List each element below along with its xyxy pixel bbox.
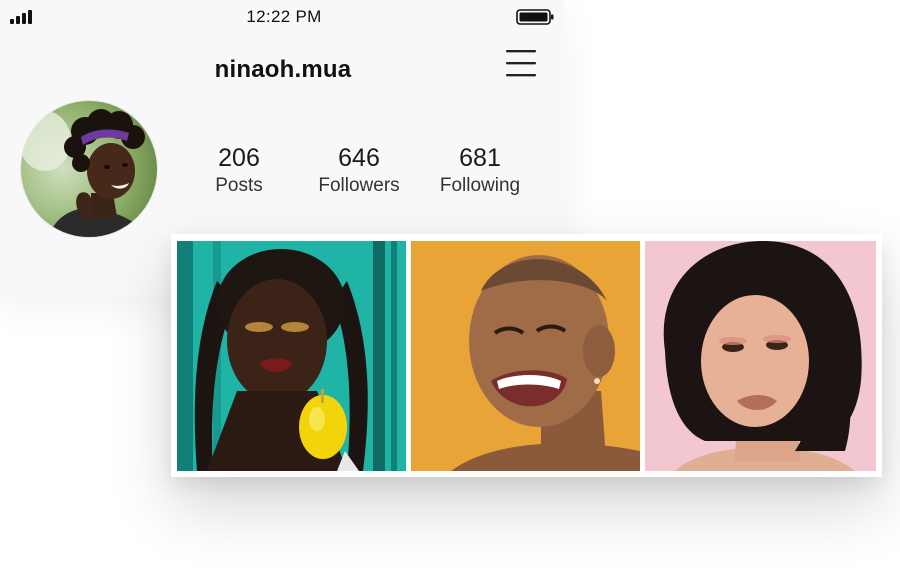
status-time: 12:22 PM	[246, 7, 322, 26]
photo-woman-pink-bob-hair[interactable]	[645, 241, 876, 471]
profile-username: ninaoh.mua	[214, 56, 352, 83]
battery-icon	[516, 9, 554, 25]
photo-grid	[171, 234, 882, 477]
stat-posts-value: 206	[218, 144, 260, 172]
photo-woman-orange-laughing[interactable]	[411, 241, 640, 471]
stat-followers-label: Followers	[318, 175, 400, 196]
status-bar: 12:22 PM	[0, 0, 564, 34]
stat-followers-value: 646	[338, 144, 380, 172]
stat-following-value: 681	[459, 144, 501, 172]
avatar-photo	[21, 101, 157, 237]
stat-following-label: Following	[439, 175, 521, 196]
hamburger-menu-icon[interactable]	[504, 46, 538, 80]
photo-woman-teal-wall-lemon[interactable]	[177, 241, 406, 471]
stat-posts[interactable]: 206 Posts	[179, 143, 299, 199]
stage: 12:22 PM ninaoh.mua 206 Posts 646 Follow…	[0, 0, 900, 572]
stat-following[interactable]: 681 Following	[420, 143, 540, 199]
stat-posts-label: Posts	[215, 175, 263, 196]
profile-avatar[interactable]	[20, 100, 158, 238]
stat-followers[interactable]: 646 Followers	[299, 143, 419, 199]
